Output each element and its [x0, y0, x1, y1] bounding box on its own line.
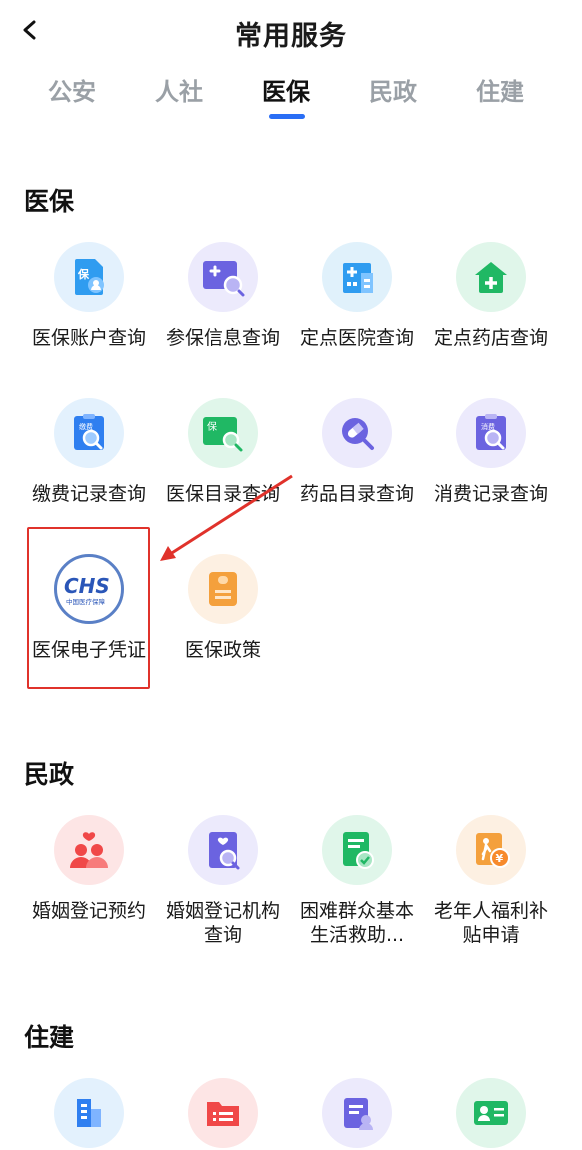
service-housing-2[interactable]: [156, 1078, 290, 1150]
service-designated-pharmacy[interactable]: 定点药店查询: [424, 242, 558, 350]
service-housing-1[interactable]: [22, 1078, 156, 1150]
svg-text:中国医疗保障: 中国医疗保障: [66, 597, 106, 606]
elderly-subsidy-icon: ¥: [456, 815, 526, 885]
consumption-record-search-icon: 消费: [456, 398, 526, 468]
document-person-icon: [322, 1078, 392, 1148]
marriage-office-search-icon: [188, 815, 258, 885]
service-designated-hospital[interactable]: 定点医院查询: [290, 242, 424, 350]
svg-text:CHS: CHS: [64, 574, 110, 598]
pharmacy-house-icon: [456, 242, 526, 312]
svg-text:保: 保: [77, 267, 90, 281]
service-medical-policy[interactable]: 医保政策: [156, 554, 290, 662]
service-housing-3[interactable]: [290, 1078, 424, 1150]
service-label: 医保政策: [184, 639, 261, 661]
tab-housing[interactable]: 住建: [455, 72, 545, 107]
payment-record-search-icon: 缴费: [54, 398, 124, 468]
service-label: 困难群众基本生活救助...: [299, 900, 414, 946]
service-drug-catalog[interactable]: 药品目录查询: [290, 398, 424, 506]
service-elderly-subsidy[interactable]: ¥ 老年人福利补贴申请: [424, 815, 558, 947]
service-payment-record[interactable]: 缴费 缴费记录查询: [22, 398, 156, 506]
service-medical-account[interactable]: 保 医保账户查询: [22, 242, 156, 350]
tab-medical-insurance[interactable]: 医保: [241, 72, 331, 107]
svg-text:¥: ¥: [496, 852, 504, 865]
pill-search-icon: [322, 398, 392, 468]
tab-social-security[interactable]: 人社: [134, 72, 224, 107]
building-icon: [54, 1078, 124, 1148]
service-label: 医保电子凭证: [31, 639, 146, 661]
medical-account-icon: 保: [54, 242, 124, 312]
section-title-housing: 住建: [24, 1023, 75, 1052]
insurance-info-search-icon: [188, 242, 258, 312]
folder-list-icon: [188, 1078, 258, 1148]
service-hardship-relief[interactable]: 困难群众基本生活救助...: [290, 815, 424, 947]
couple-heart-icon: [54, 815, 124, 885]
service-label: 医保目录查询: [165, 483, 280, 505]
active-tab-indicator: [269, 114, 305, 119]
service-label: 定点药店查询: [433, 327, 548, 349]
service-consumption-record[interactable]: 消费 消费记录查询: [424, 398, 558, 506]
service-insurance-info[interactable]: 参保信息查询: [156, 242, 290, 350]
service-housing-4[interactable]: [424, 1078, 558, 1150]
service-label: 医保账户查询: [31, 327, 146, 349]
service-marriage-appointment[interactable]: 婚姻登记预约: [22, 815, 156, 923]
svg-text:保: 保: [207, 420, 217, 433]
page-title: 常用服务: [235, 21, 347, 52]
svg-text:缴费: 缴费: [79, 422, 93, 431]
service-label: 参保信息查询: [165, 327, 280, 349]
id-card-icon: [456, 1078, 526, 1148]
hospital-building-icon: [322, 242, 392, 312]
service-marriage-office-search[interactable]: 婚姻登记机构查询: [156, 815, 290, 947]
section-title-civil-affairs: 民政: [24, 760, 75, 789]
service-label: 药品目录查询: [299, 483, 414, 505]
tab-bar: 公安 人社 医保 民政 住建: [0, 72, 582, 124]
tab-civil-affairs[interactable]: 民政: [348, 72, 438, 107]
service-label: 消费记录查询: [433, 483, 548, 505]
section-title-medical: 医保: [24, 187, 75, 216]
svg-text:消费: 消费: [481, 422, 495, 431]
service-medical-catalog[interactable]: 保 医保目录查询: [156, 398, 290, 506]
service-label: 婚姻登记预约: [31, 900, 146, 922]
tab-public-security[interactable]: 公安: [27, 72, 117, 107]
policy-document-icon: [188, 554, 258, 624]
service-label: 定点医院查询: [299, 327, 414, 349]
chs-logo-icon: CHS 中国医疗保障: [54, 554, 124, 624]
service-label: 老年人福利补贴申请: [433, 900, 548, 946]
medical-catalog-search-icon: 保: [188, 398, 258, 468]
header: 常用服务: [0, 0, 582, 62]
service-medical-e-voucher[interactable]: CHS 中国医疗保障 医保电子凭证: [22, 554, 156, 662]
service-label: 缴费记录查询: [31, 483, 146, 505]
relief-document-icon: [322, 815, 392, 885]
service-label: 婚姻登记机构查询: [165, 900, 280, 946]
